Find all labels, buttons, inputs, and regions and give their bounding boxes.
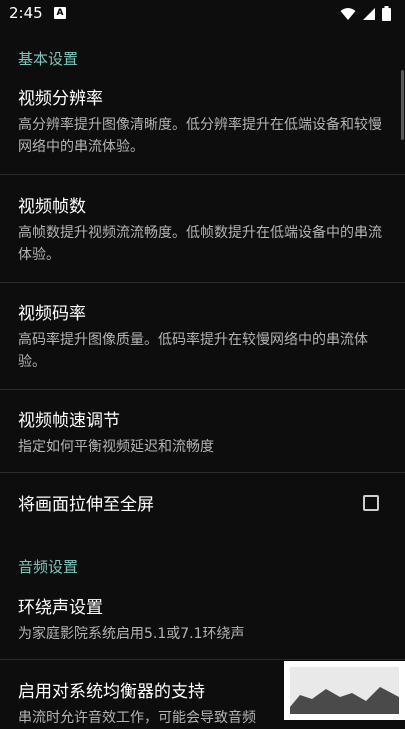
pref-title: 环绕声设置: [18, 598, 103, 618]
pref-summary: 为家庭影院系统启用5.1或7.1环绕声: [18, 626, 245, 642]
pref-video-fps[interactable]: 视频帧数 高帧数提升视频流流畅度。低帧数提升在低端设备中的串流体验。: [0, 196, 405, 266]
divider: [0, 659, 405, 660]
signal-icon: [363, 7, 375, 20]
pref-title: 将画面拉伸至全屏: [18, 495, 154, 515]
pref-frame-pacing[interactable]: 视频帧速调节 指定如何平衡视频延迟和流畅度: [0, 410, 405, 458]
divider: [0, 282, 405, 283]
status-bar: 2:45 A: [0, 0, 405, 28]
pref-video-bitrate[interactable]: 视频码率 高码率提升图像质量。低码率提升在较慢网络中的串流体验。: [0, 303, 405, 373]
pref-video-resolution[interactable]: 视频分辨率 高分辨率提升图像清晰度。低分辨率提升在低端设备和较慢网络中的串流体验…: [0, 88, 405, 158]
divider: [0, 389, 405, 390]
battery-icon: [382, 6, 391, 21]
status-time: 2:45: [9, 4, 43, 22]
thumbnail-image: [290, 667, 399, 714]
pref-title: 视频码率: [18, 304, 86, 324]
pref-title: 视频帧速调节: [18, 411, 120, 431]
divider: [0, 174, 405, 175]
pref-summary: 指定如何平衡视频延迟和流畅度: [18, 439, 214, 455]
section-header-audio: 音频设置: [18, 558, 79, 576]
pref-stretch-fullscreen[interactable]: 将画面拉伸至全屏: [0, 494, 405, 516]
pref-title: 视频帧数: [18, 197, 86, 217]
section-header-basic: 基本设置: [18, 50, 79, 68]
divider: [0, 472, 405, 473]
pref-summary: 高码率提升图像质量。低码率提升在较慢网络中的串流体验。: [18, 332, 368, 370]
notification-icon: A: [54, 7, 66, 19]
status-icons: [340, 6, 391, 21]
screenshot-preview-thumbnail[interactable]: [284, 661, 405, 720]
wifi-icon: [340, 7, 356, 20]
pref-summary: 高帧数提升视频流流畅度。低帧数提升在低端设备中的串流体验。: [18, 225, 382, 263]
pref-summary: 高分辨率提升图像清晰度。低分辨率提升在低端设备和较慢网络中的串流体验。: [18, 117, 382, 155]
stretch-checkbox[interactable]: [363, 495, 379, 511]
scrollbar-thumb[interactable]: [401, 70, 404, 140]
pref-title: 视频分辨率: [18, 89, 103, 109]
pref-surround-sound[interactable]: 环绕声设置 为家庭影院系统启用5.1或7.1环绕声: [0, 597, 405, 645]
thumbnail-graph: [290, 687, 399, 714]
